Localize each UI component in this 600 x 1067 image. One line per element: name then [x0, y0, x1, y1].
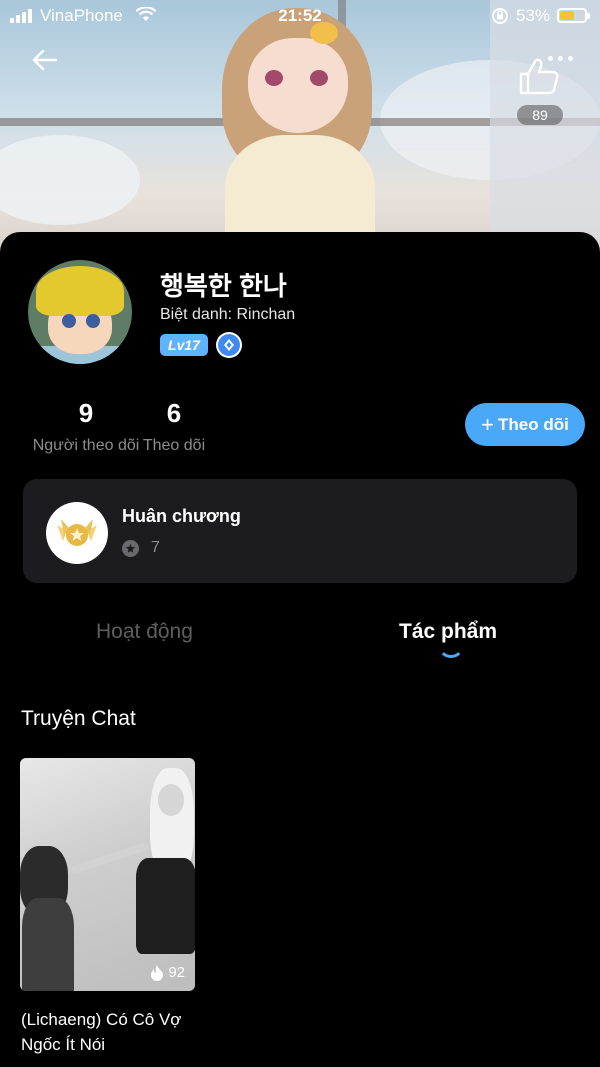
medals-title: Huân chương [122, 506, 241, 526]
flame-icon [151, 965, 164, 981]
tab-activity[interactable]: Hoạt động [96, 620, 193, 644]
followers-count: 9 [78, 398, 94, 428]
verified-badge-icon [216, 332, 242, 358]
followers-stat[interactable]: 9 Người theo dõi [28, 398, 144, 455]
following-stat[interactable]: 6 Theo dõi [140, 398, 208, 455]
plus-icon: + [481, 411, 495, 437]
rotation-lock-icon [491, 7, 509, 30]
battery-percent: 53% [516, 6, 551, 25]
followers-label: Người theo dõi [32, 437, 140, 454]
tab-works[interactable]: Tác phẩm [399, 620, 497, 644]
follow-label: Theo dõi [498, 414, 569, 434]
story-views: 92 [150, 964, 185, 981]
active-tab-indicator [438, 646, 462, 660]
medal-icon [46, 502, 108, 564]
following-count: 6 [166, 398, 182, 428]
back-button[interactable] [24, 40, 64, 80]
medals-card[interactable]: Huân chương 7 [23, 479, 577, 583]
profile-display-name: 행복한 한나 [160, 271, 287, 301]
profile-banner-image [0, 0, 600, 260]
story-card-thumbnail[interactable]: 92 [20, 758, 195, 991]
clock: 21:52 [278, 6, 322, 25]
more-options-button[interactable] [546, 48, 576, 68]
story-views-count: 92 [168, 964, 185, 981]
level-badge: Lv17 [160, 334, 208, 356]
medals-count: 7 [151, 539, 160, 556]
star-icon [122, 540, 139, 557]
arrow-left-icon [32, 49, 58, 71]
follow-button[interactable]: + Theo dõi [465, 403, 585, 446]
profile-nickname: Biệt danh: Rinchan [160, 306, 296, 323]
like-count-badge: 89 [517, 105, 563, 125]
avatar[interactable] [28, 260, 132, 364]
section-title: Truyện Chat [21, 707, 136, 730]
following-label: Theo dõi [142, 437, 206, 454]
status-bar: VinaPhone 21:52 53% [0, 0, 600, 32]
story-title[interactable]: (Lichaeng) Có Cô Vợ Ngốc Ít Nói [21, 1007, 221, 1057]
battery-icon [557, 8, 590, 23]
